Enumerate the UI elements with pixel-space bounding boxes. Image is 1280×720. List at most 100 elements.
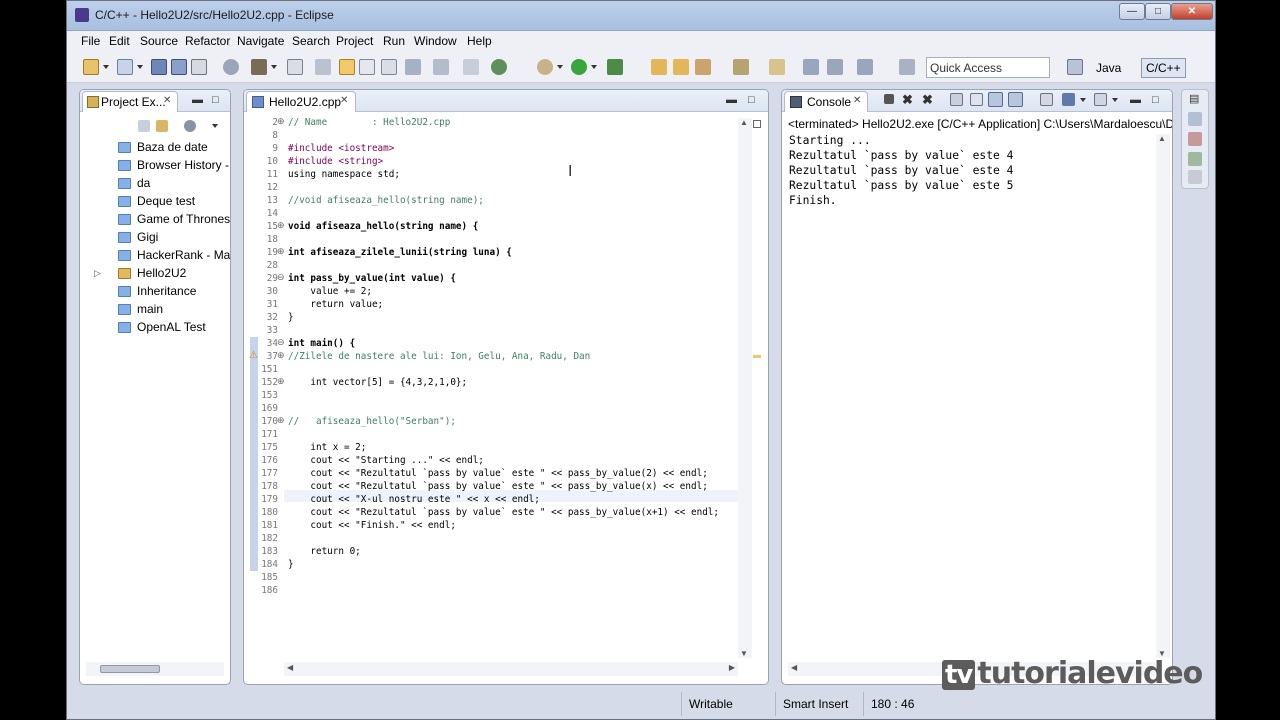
editor-vertical-scrollbar[interactable]: ▲ ▼ [738, 118, 752, 658]
project-item[interactable]: Inheritance [137, 284, 196, 298]
fold-collapse-icon[interactable]: ⊖ [277, 337, 285, 348]
close-window-button[interactable]: ✕ [1171, 3, 1213, 20]
project-item-active[interactable]: Hello2U2 [137, 266, 186, 280]
scroll-up-icon[interactable]: ▲ [1158, 134, 1166, 143]
fold-expand-icon[interactable]: ⊕ [277, 246, 285, 257]
new-class-icon[interactable] [463, 59, 479, 75]
open-file-icon[interactable] [673, 59, 689, 75]
minimize-view-icon[interactable]: ▬ [726, 94, 737, 106]
display-console-dropdown-icon[interactable] [1080, 98, 1086, 102]
fold-collapse-icon[interactable]: ⊖ [277, 272, 285, 283]
debug-icon[interactable] [537, 59, 553, 75]
open-perspective-icon[interactable] [1067, 59, 1083, 75]
remove-all-terminated-icon[interactable]: ✖ [922, 92, 933, 108]
print-icon[interactable] [191, 59, 207, 75]
maximize-view-icon[interactable]: □ [748, 94, 755, 106]
scroll-down-icon[interactable]: ▼ [740, 649, 748, 658]
editor-horizontal-scrollbar[interactable]: ◀ ▶ [284, 662, 738, 676]
open-element-icon[interactable] [433, 59, 449, 75]
clear-console-icon[interactable] [950, 93, 963, 106]
new-icon[interactable] [83, 59, 99, 75]
expand-arrow-icon[interactable]: ▷ [94, 268, 101, 279]
filters-icon[interactable] [184, 120, 196, 132]
edit-pencil-icon[interactable] [695, 59, 711, 75]
new-project-icon[interactable] [117, 59, 133, 75]
forward-icon[interactable] [857, 59, 873, 75]
tab-console[interactable]: Console ✕ [784, 91, 868, 112]
save-all-icon[interactable] [171, 59, 187, 75]
menu-source[interactable]: Source [140, 34, 178, 48]
minimize-view-icon[interactable]: ▬ [1130, 94, 1141, 106]
maximize-window-button[interactable]: □ [1145, 3, 1171, 20]
fold-expand-icon[interactable]: ⊕ [277, 220, 285, 231]
project-item[interactable]: da [137, 176, 150, 190]
fold-expand-icon[interactable]: ⊕ [277, 415, 285, 426]
search-tool-icon[interactable] [315, 59, 331, 75]
minimize-window-button[interactable]: — [1119, 3, 1145, 20]
open-console-dropdown-icon[interactable] [1112, 98, 1118, 102]
run-icon[interactable] [571, 59, 587, 75]
remove-launch-icon[interactable]: ✖ [902, 92, 913, 108]
perspective-cpp[interactable]: C/C++ [1141, 58, 1186, 78]
outline-view-icon[interactable] [1188, 112, 1202, 126]
fold-expand-icon[interactable]: ⊕ [277, 350, 285, 361]
problems-view-icon[interactable] [1188, 132, 1202, 146]
scroll-up-icon[interactable]: ▲ [740, 118, 748, 127]
menu-window[interactable]: Window [414, 34, 457, 48]
project-item[interactable]: OpenAL Test [137, 320, 206, 334]
show-on-stdout-icon[interactable] [988, 92, 1003, 107]
tab-project-explorer[interactable]: Project Ex... ✕ [82, 91, 178, 112]
open-folder-icon[interactable] [651, 59, 667, 75]
clean-icon[interactable] [287, 59, 303, 75]
open-type-icon[interactable] [405, 59, 421, 75]
project-item[interactable]: HackerRank - Mark ar [137, 248, 230, 262]
toggle-mark-occurrences-icon[interactable] [339, 59, 355, 75]
target-icon[interactable] [491, 59, 507, 75]
menu-help[interactable]: Help [467, 34, 492, 48]
project-item[interactable]: Browser History - Deq [137, 158, 230, 172]
block-selection-icon[interactable] [359, 59, 375, 75]
build-hammer-icon[interactable] [251, 59, 267, 75]
fold-expand-icon[interactable]: ⊕ [277, 116, 285, 127]
save-icon[interactable] [151, 59, 167, 75]
quick-access-input[interactable]: Quick Access [926, 57, 1050, 78]
display-selected-console-icon[interactable] [1062, 93, 1075, 106]
pin-editor-icon[interactable] [899, 59, 915, 75]
last-edit-icon[interactable] [803, 59, 819, 75]
warning-marker[interactable] [753, 355, 761, 358]
horizontal-scrollbar[interactable] [86, 662, 224, 676]
show-whitespace-icon[interactable] [381, 59, 397, 75]
project-item[interactable]: Deque test [137, 194, 195, 208]
tasks-view-icon[interactable] [1188, 152, 1202, 166]
project-item[interactable]: main [137, 302, 163, 316]
scroll-right-icon[interactable]: ▶ [729, 663, 735, 672]
menu-file[interactable]: File [81, 34, 100, 48]
show-on-stderr-icon[interactable] [1008, 92, 1023, 107]
maximize-view-icon[interactable]: □ [212, 94, 219, 106]
menu-search[interactable]: Search [292, 34, 330, 48]
pin-console-icon[interactable] [1040, 93, 1053, 106]
scroll-lock-icon[interactable] [970, 93, 983, 106]
restore-icon[interactable]: ▤ [1189, 92, 1199, 105]
prev-annotation-icon[interactable] [769, 59, 785, 75]
console-vertical-scrollbar[interactable]: ▲ ▼ [1156, 134, 1170, 658]
terminate-icon[interactable] [884, 94, 894, 104]
back-icon[interactable] [827, 59, 843, 75]
build-dropdown-icon[interactable] [271, 65, 277, 69]
new-dropdown-icon[interactable] [103, 65, 109, 69]
maximize-view-icon[interactable]: □ [1152, 94, 1159, 106]
menu-project[interactable]: Project [336, 34, 373, 48]
menu-navigate[interactable]: Navigate [237, 34, 284, 48]
menu-edit[interactable]: Edit [109, 34, 130, 48]
tab-hello2u2-cpp[interactable]: Hello2U2.cpp ✕ [246, 91, 356, 112]
next-annotation-icon[interactable] [733, 59, 749, 75]
scrollbar-thumb[interactable] [100, 665, 160, 673]
perspective-java[interactable]: Java [1091, 58, 1126, 78]
debug-dropdown-icon[interactable] [557, 65, 563, 69]
scroll-left-icon[interactable]: ◀ [287, 663, 293, 672]
menu-refactor[interactable]: Refactor [185, 34, 230, 48]
scroll-left-icon[interactable]: ◀ [791, 663, 797, 672]
collapse-all-icon[interactable] [138, 120, 150, 132]
close-icon[interactable]: ✕ [853, 95, 861, 106]
close-icon[interactable]: ✕ [340, 95, 348, 106]
